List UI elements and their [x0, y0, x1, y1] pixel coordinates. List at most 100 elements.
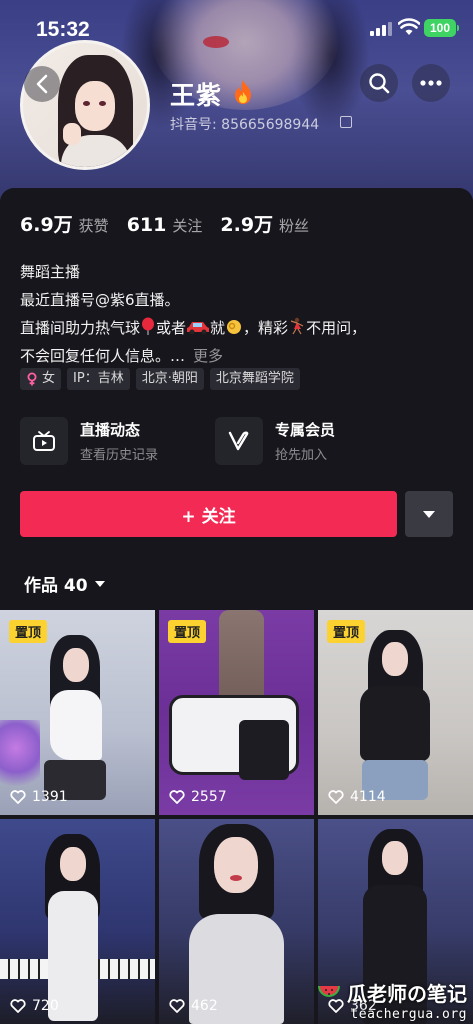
watermark: 瓜老师の笔记 teachergua.org	[317, 978, 467, 1022]
v-icon	[228, 431, 249, 451]
live-history-entry[interactable]: 直播动态 查看历史记录	[20, 413, 220, 469]
tile-lips	[230, 875, 242, 881]
tile-face	[382, 642, 408, 676]
avatar-face	[75, 81, 115, 131]
feature-title: 直播动态	[80, 421, 141, 439]
stat-followers[interactable]: 2.9万 粉丝	[220, 210, 309, 237]
tv-icon	[33, 431, 55, 451]
heart-icon	[328, 790, 344, 804]
v-icon-box	[215, 417, 263, 465]
watermelon-icon	[318, 985, 340, 997]
tag-gender[interactable]: 女	[20, 368, 62, 390]
profile-name: 王紫	[170, 81, 223, 110]
pinned-badge: 置顶	[168, 620, 207, 643]
like-count: 2557	[169, 789, 227, 805]
watermark-title-text: 瓜老师の笔记	[347, 982, 467, 1006]
bio-text: 不会回复任何人信息。…	[20, 347, 186, 365]
like-count: 1391	[10, 789, 68, 805]
stat-value: 611	[126, 214, 167, 236]
stat-label: 粉丝	[279, 217, 310, 235]
more-dots-icon	[420, 80, 442, 86]
tile-face	[214, 837, 258, 893]
tv-icon-box	[20, 417, 68, 465]
follow-button[interactable]: + 关注	[20, 491, 397, 537]
bio-more-link[interactable]: 更多	[193, 347, 223, 365]
stat-likes[interactable]: 6.9万 获赞	[20, 210, 109, 237]
heart-icon	[10, 999, 26, 1013]
like-count-value: 462	[191, 998, 218, 1014]
tag-location[interactable]: 北京·朝阳	[135, 368, 204, 390]
female-icon	[27, 372, 37, 386]
video-tile[interactable]: 置顶 4114	[318, 610, 473, 815]
copy-icon[interactable]	[340, 116, 352, 128]
bio-line: 最近直播号@紫6直播。	[20, 291, 180, 309]
back-button[interactable]	[24, 66, 60, 102]
tag-ip[interactable]: IP：吉林	[67, 368, 130, 390]
search-button[interactable]	[360, 64, 398, 102]
dancer-icon	[290, 317, 304, 335]
bio-text: 直播间助力热气球	[20, 319, 141, 337]
stat-value: 6.9万	[20, 214, 73, 236]
tile-face	[60, 847, 86, 881]
stats-row: 6.9万 获赞 611 关注 2.9万 粉丝	[20, 210, 309, 237]
tile-face	[382, 841, 408, 875]
feature-subtitle: 抢先加入	[275, 448, 328, 463]
balloon-icon	[142, 317, 155, 335]
like-count: 720	[10, 998, 59, 1014]
like-count-value: 720	[32, 998, 59, 1014]
heart-icon	[169, 790, 185, 804]
bio-text: ，精彩	[243, 319, 289, 337]
wifi-icon	[398, 18, 420, 35]
tag-label: 女	[42, 371, 56, 386]
like-count-value: 1391	[32, 789, 68, 805]
tag-label: 北京舞蹈学院	[215, 371, 294, 386]
status-time: 15:32	[36, 18, 90, 41]
account-id[interactable]: 抖音号: 85665698944	[170, 114, 319, 134]
watermark-title: 瓜老师の笔记	[317, 978, 467, 1007]
like-count-value: 2557	[191, 789, 227, 805]
caret-down-icon	[423, 510, 435, 518]
stat-label: 关注	[172, 217, 203, 235]
tile-decoration	[0, 720, 40, 790]
fire-icon	[235, 80, 251, 104]
tab-works[interactable]: 作品 40	[24, 571, 106, 596]
works-tab-label: 作品 40	[24, 576, 88, 596]
tile-face	[63, 648, 89, 682]
car-icon	[187, 322, 210, 335]
pinned-badge: 置顶	[327, 620, 366, 643]
bio-line: 舞蹈主播	[20, 263, 81, 281]
bio[interactable]: 舞蹈主播 最近直播号@紫6直播。 直播间助力热气球 或者 就 ，精彩 不用问， 不会回复…	[20, 258, 460, 370]
bio-text: 就	[210, 319, 226, 337]
video-grid: 置顶 1391 置顶 2557 置顶 4114 720 462 362	[0, 610, 473, 1024]
pinned-badge: 置顶	[9, 620, 48, 643]
tag-label: 北京·朝阳	[141, 371, 198, 386]
video-tile[interactable]: 462	[159, 819, 314, 1024]
stat-label: 获赞	[78, 217, 109, 235]
bio-text: 不用问，	[306, 319, 367, 337]
like-count-value: 4114	[350, 789, 386, 805]
like-count: 462	[169, 998, 218, 1014]
bio-line: 直播间助力热气球 或者 就 ，精彩 不用问，	[20, 314, 460, 342]
tile-outfit	[239, 720, 289, 780]
video-tile[interactable]: 置顶 2557	[159, 610, 314, 815]
avatar-hand	[63, 123, 81, 145]
avatar[interactable]	[20, 40, 150, 170]
more-options-button[interactable]	[412, 64, 450, 102]
signal-icon	[370, 22, 392, 36]
profile-sheet: 6.9万 获赞 611 关注 2.9万 粉丝 舞蹈主播 最近直播号@紫6直播。 …	[0, 188, 473, 1024]
ok-hand-icon	[227, 320, 242, 334]
membership-entry[interactable]: 专属会员 抢先加入	[215, 413, 415, 469]
stat-value: 2.9万	[220, 214, 274, 236]
video-tile[interactable]: 置顶 1391	[0, 610, 155, 815]
video-tile[interactable]: 720	[0, 819, 155, 1024]
watermark-url: teachergua.org	[350, 1007, 467, 1022]
stat-following[interactable]: 611 关注	[127, 214, 203, 236]
chevron-left-icon	[36, 74, 48, 94]
like-count: 4114	[328, 789, 386, 805]
feature-subtitle: 查看历史记录	[80, 448, 159, 463]
tag-school[interactable]: 北京舞蹈学院	[209, 368, 300, 390]
recommend-dropdown-button[interactable]	[405, 491, 453, 537]
feature-title: 专属会员	[275, 421, 336, 439]
caret-down-icon	[94, 580, 105, 587]
bio-text: 或者	[156, 319, 187, 337]
